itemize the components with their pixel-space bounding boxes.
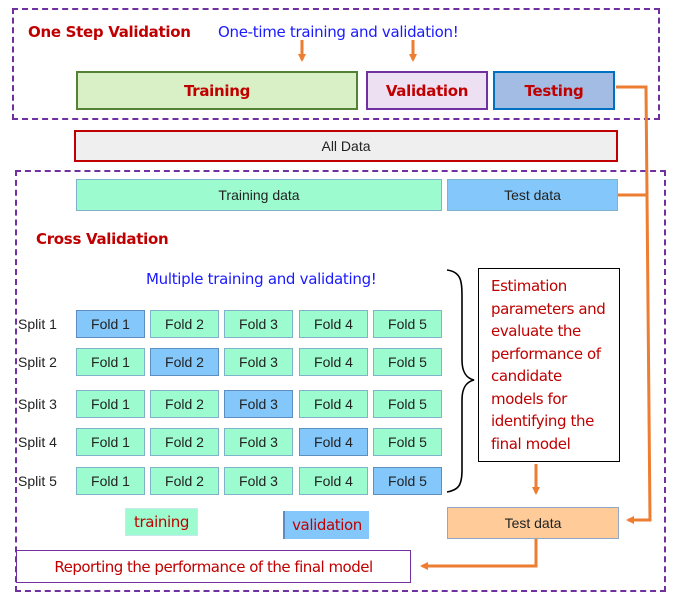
training-fold: Fold 4 [299, 467, 368, 495]
final-test-data-box: Test data [447, 507, 619, 539]
training-data-bar: Training data [76, 179, 442, 211]
training-fold: Fold 1 [76, 348, 145, 376]
training-fold: Fold 2 [150, 310, 219, 338]
validation-segment-label: Validation [385, 81, 469, 100]
final-test-data-label: Test data [504, 515, 562, 531]
training-fold: Fold 1 [76, 428, 145, 456]
legend-training-label: training [134, 513, 189, 531]
training-fold: Fold 3 [224, 428, 293, 456]
estimation-text: Estimation parameters and evaluate the p… [491, 277, 606, 453]
training-fold: Fold 1 [76, 390, 145, 418]
one-step-validation-title: One Step Validation [28, 23, 191, 41]
training-fold: Fold 2 [150, 428, 219, 456]
report-box: Reporting the performance of the final m… [16, 550, 411, 583]
cross-validation-title: Cross Validation [36, 230, 169, 248]
training-fold: Fold 1 [76, 467, 145, 495]
testing-segment: Testing [493, 71, 615, 110]
split-label: Split 2 [18, 354, 57, 370]
training-fold: Fold 3 [224, 348, 293, 376]
training-segment: Training [76, 71, 358, 110]
validation-fold: Fold 4 [299, 428, 368, 456]
training-fold: Fold 5 [373, 310, 442, 338]
split-label: Split 4 [18, 434, 57, 450]
training-fold: Fold 3 [224, 467, 293, 495]
training-fold: Fold 3 [224, 310, 293, 338]
validation-fold: Fold 2 [150, 348, 219, 376]
all-data-label: All Data [321, 138, 371, 154]
training-fold: Fold 4 [299, 348, 368, 376]
training-fold: Fold 4 [299, 310, 368, 338]
validation-fold: Fold 5 [373, 467, 442, 495]
one-step-caption: One-time training and validation! [218, 23, 459, 41]
legend-validation-label: validation [292, 516, 362, 534]
report-label: Reporting the performance of the final m… [54, 557, 373, 576]
training-segment-label: Training [183, 81, 251, 100]
split-label: Split 1 [18, 316, 57, 332]
cross-validation-caption: Multiple training and validating! [146, 270, 377, 288]
training-data-label: Training data [218, 187, 300, 203]
legend-validation: validation [283, 511, 369, 539]
training-fold: Fold 5 [373, 390, 442, 418]
training-fold: Fold 2 [150, 390, 219, 418]
validation-fold: Fold 3 [224, 390, 293, 418]
estimation-box: Estimation parameters and evaluate the p… [478, 268, 620, 462]
training-fold: Fold 5 [373, 428, 442, 456]
split-label: Split 3 [18, 396, 57, 412]
legend-training: training [125, 508, 198, 536]
training-fold: Fold 4 [299, 390, 368, 418]
testing-segment-label: Testing [524, 81, 584, 100]
split-label: Split 5 [18, 473, 57, 489]
test-data-bar: Test data [447, 179, 618, 211]
training-fold: Fold 5 [373, 348, 442, 376]
validation-fold: Fold 1 [76, 310, 145, 338]
validation-segment: Validation [366, 71, 488, 110]
all-data-bar: All Data [74, 130, 618, 162]
test-data-label: Test data [504, 187, 561, 203]
training-fold: Fold 2 [150, 467, 219, 495]
